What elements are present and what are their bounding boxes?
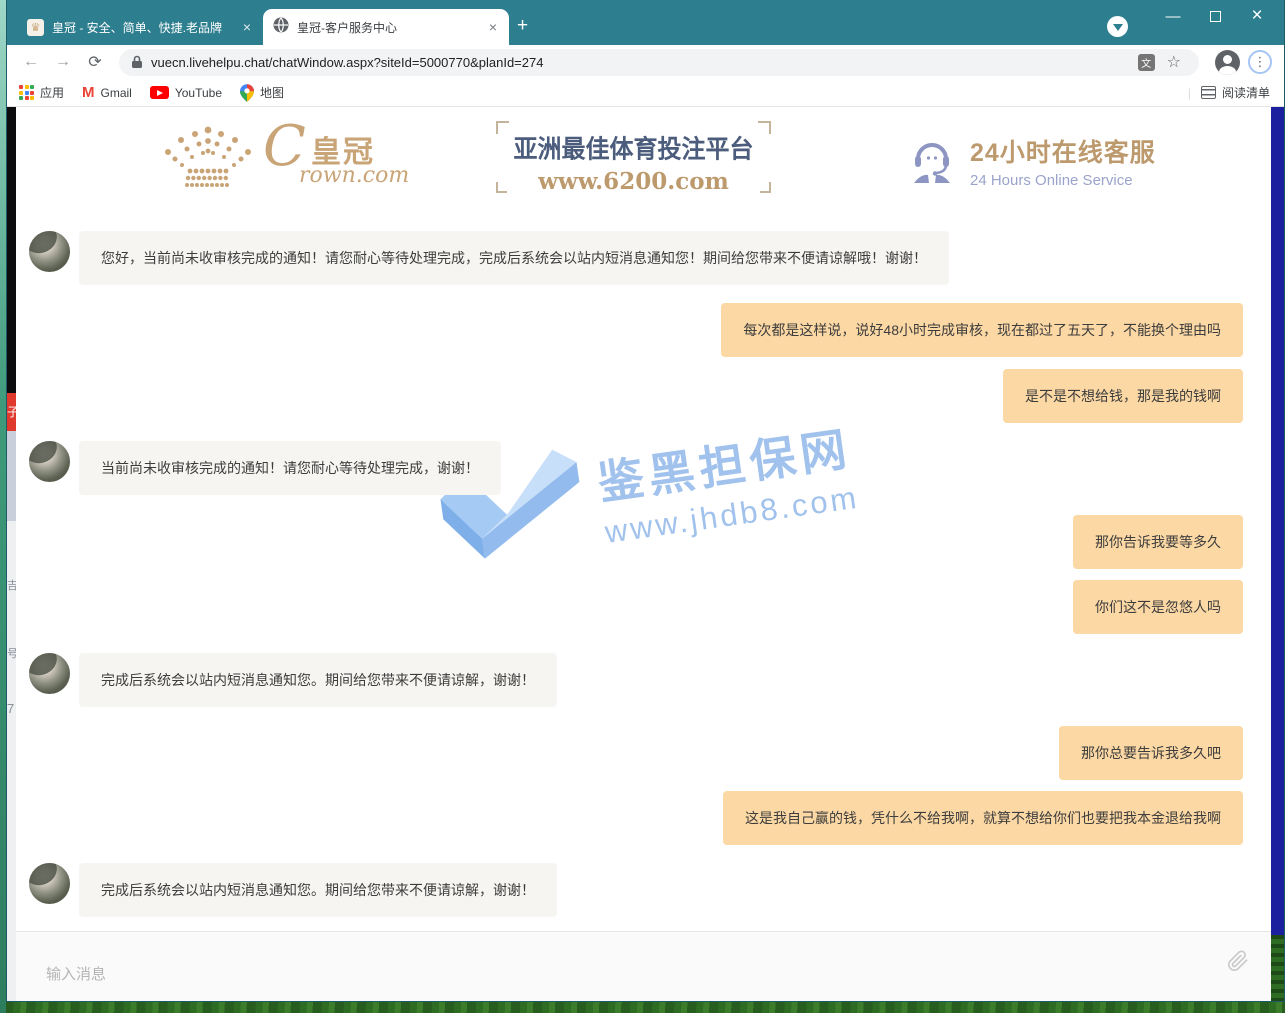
bookmark-label: Gmail [101, 86, 132, 100]
chat-message-left: 完成后系统会以站内短消息通知您。期间给您带来不便请谅解，谢谢！ [29, 653, 557, 707]
message-bubble: 这是我自己赢的钱，凭什么不给我啊，就算不想给你们也要把我本金退给我啊 [723, 791, 1243, 845]
tab-strip: ♛ 皇冠 - 安全、简单、快捷.老品牌 × 皇冠-客户服务中心 × + [17, 9, 528, 45]
bookmark-label: 应用 [40, 84, 64, 101]
youtube-icon [150, 86, 169, 99]
crown-dots-icon [161, 123, 257, 195]
reading-list-button[interactable]: 阅读清单 [1201, 84, 1270, 101]
service-badge: 24小时在线客服 24 Hours Online Service [908, 133, 1156, 189]
message-bubble: 你们这不是忽悠人吗 [1073, 580, 1243, 634]
message-bubble: 是不是不想给钱，那是我的钱啊 [1003, 369, 1243, 423]
window-controls: — × [1152, 4, 1278, 28]
gmail-icon: M [82, 84, 95, 101]
message-bubble: 那你总要告诉我多久吧 [1059, 726, 1243, 780]
browser-toolbar: ← → ⟳ vuecn.livehelpu.chat/chatWindow.as… [7, 45, 1284, 79]
message-bubble: 完成后系统会以站内短消息通知您。期间给您带来不便请谅解，谢谢！ [79, 863, 557, 917]
address-bar[interactable]: vuecn.livehelpu.chat/chatWindow.aspx?sit… [119, 49, 1199, 76]
watermark-url: www.jhdb8.com [603, 480, 862, 551]
chat-message-right: 你们这不是忽悠人吗 [1073, 580, 1243, 634]
bookmark-gmail[interactable]: M Gmail [82, 84, 132, 101]
url-text: vuecn.livehelpu.chat/chatWindow.aspx?sit… [151, 55, 543, 70]
apps-grid-icon [19, 85, 34, 100]
edge-text-fragment: 7 [7, 701, 16, 716]
agent-avatar [29, 441, 70, 482]
edge-text-fragment: 吉 [7, 577, 16, 593]
service-title: 24小时在线客服 [970, 133, 1156, 169]
message-bubble: 每次都是这样说，说好48小时完成审核，现在都过了五天了，不能换个理由吗 [721, 303, 1243, 357]
banner-title: 亚洲最佳体育投注平台 [512, 128, 755, 165]
toolbar-right: ⋮ [1207, 50, 1276, 75]
new-tab-button[interactable]: + [517, 15, 528, 37]
crown-logo-text: C 皇冠 rown.com [263, 123, 463, 191]
message-bubble: 当前尚未收审核完成的通知！请您耐心等待处理完成，谢谢！ [79, 441, 501, 495]
underlying-page-left-edge: 子 吉 号 7 [7, 107, 16, 1001]
globe-favicon-icon [273, 17, 289, 38]
logo-domain-text: rown.com [299, 163, 409, 188]
close-window-button[interactable]: × [1236, 4, 1278, 28]
tab-close-icon[interactable]: × [487, 19, 499, 35]
promo-banner: 亚洲最佳体育投注平台 www.6200.com [496, 121, 771, 193]
chat-message-right: 是不是不想给钱，那是我的钱啊 [1003, 369, 1243, 423]
banner-url: www.6200.com [512, 168, 755, 195]
agent-avatar [29, 653, 70, 694]
message-bubble: 您好，当前尚未收审核完成的通知！请您耐心等待处理完成，完成后系统会以站内短消息通… [79, 231, 949, 285]
edge-text-fragment: 子 [7, 405, 16, 419]
forward-icon[interactable]: → [50, 49, 76, 75]
chat-input-bar [16, 931, 1271, 1001]
tab-crown-home[interactable]: ♛ 皇冠 - 安全、简单、快捷.老品牌 × [17, 9, 263, 45]
profile-avatar[interactable] [1215, 50, 1240, 75]
underlying-page-right-edge [1271, 107, 1284, 935]
service-subtitle: 24 Hours Online Service [970, 172, 1156, 189]
chat-message-right: 每次都是这样说，说好48小时完成审核，现在都过了五天了，不能换个理由吗 [721, 303, 1243, 357]
message-input[interactable] [16, 932, 1271, 1001]
chrome-update-icon[interactable] [1107, 16, 1128, 37]
translate-icon[interactable]: 文 [1138, 54, 1155, 71]
bookmark-maps[interactable]: 地图 [240, 84, 284, 102]
chat-message-left: 当前尚未收审核完成的通知！请您耐心等待处理完成，谢谢！ [29, 441, 501, 495]
page-viewport: 子 吉 号 7 × [7, 107, 1284, 1001]
message-bubble: 那你告诉我要等多久 [1073, 515, 1243, 569]
reading-list-label: 阅读清单 [1222, 84, 1270, 101]
chat-message-right: 那你告诉我要等多久 [1073, 515, 1243, 569]
attachment-paperclip-icon[interactable] [1227, 950, 1249, 972]
wallpaper-right-corner [1271, 935, 1284, 1001]
watermark-title: 鉴黑担保网 [593, 412, 856, 513]
message-bubble: 完成后系统会以站内短消息通知您。期间给您带来不便请谅解，谢谢！ [79, 653, 557, 707]
bookmark-youtube[interactable]: YouTube [150, 86, 222, 100]
browser-menu-icon[interactable]: ⋮ [1248, 50, 1272, 74]
chat-message-left: 您好，当前尚未收审核完成的通知！请您耐心等待处理完成，完成后系统会以站内短消息通… [29, 231, 949, 285]
maximize-button[interactable] [1194, 4, 1236, 28]
crown-favicon-icon: ♛ [27, 19, 44, 36]
agent-avatar [29, 863, 70, 904]
lock-icon [131, 55, 143, 69]
crown-logo: C 皇冠 rown.com [161, 123, 463, 195]
back-icon[interactable]: ← [18, 49, 44, 75]
reading-list-icon [1201, 86, 1216, 99]
chat-window: × [16, 107, 1271, 1001]
bookmark-label: 地图 [260, 84, 284, 101]
bookmarks-bar: 应用 M Gmail YouTube 地图 | 阅读清单 [7, 79, 1284, 107]
bookmark-apps[interactable]: 应用 [19, 84, 64, 101]
bookmark-star-icon[interactable]: ☆ [1167, 52, 1181, 72]
reload-icon[interactable]: ⟳ [82, 49, 108, 75]
chat-header: C 皇冠 rown.com 亚洲最佳体育投注平台 www.6200.com [16, 107, 1271, 209]
customer-service-icon [908, 137, 956, 185]
maximize-icon [1210, 11, 1221, 22]
edge-text-fragment: 号 [7, 645, 16, 661]
bookmark-label: YouTube [175, 86, 222, 100]
browser-window: ♛ 皇冠 - 安全、简单、快捷.老品牌 × 皇冠-客户服务中心 × + [6, 0, 1285, 1002]
browser-titlebar: ♛ 皇冠 - 安全、简单、快捷.老品牌 × 皇冠-客户服务中心 × + [7, 0, 1284, 45]
tab-service-center[interactable]: 皇冠-客户服务中心 × [263, 9, 509, 45]
tab-label: 皇冠 - 安全、简单、快捷.老品牌 [52, 19, 233, 36]
chat-message-right: 这是我自己赢的钱，凭什么不给我啊，就算不想给你们也要把我本金退给我啊 [723, 791, 1243, 845]
tab-close-icon[interactable]: × [241, 19, 253, 35]
chat-message-left: 完成后系统会以站内短消息通知您。期间给您带来不便请谅解，谢谢！ [29, 863, 557, 917]
tab-label: 皇冠-客户服务中心 [297, 19, 479, 36]
chat-message-right: 那你总要告诉我多久吧 [1059, 726, 1243, 780]
maps-pin-icon [240, 84, 254, 102]
minimize-button[interactable]: — [1152, 4, 1194, 28]
agent-avatar [29, 231, 70, 272]
divider: | [1188, 86, 1191, 100]
